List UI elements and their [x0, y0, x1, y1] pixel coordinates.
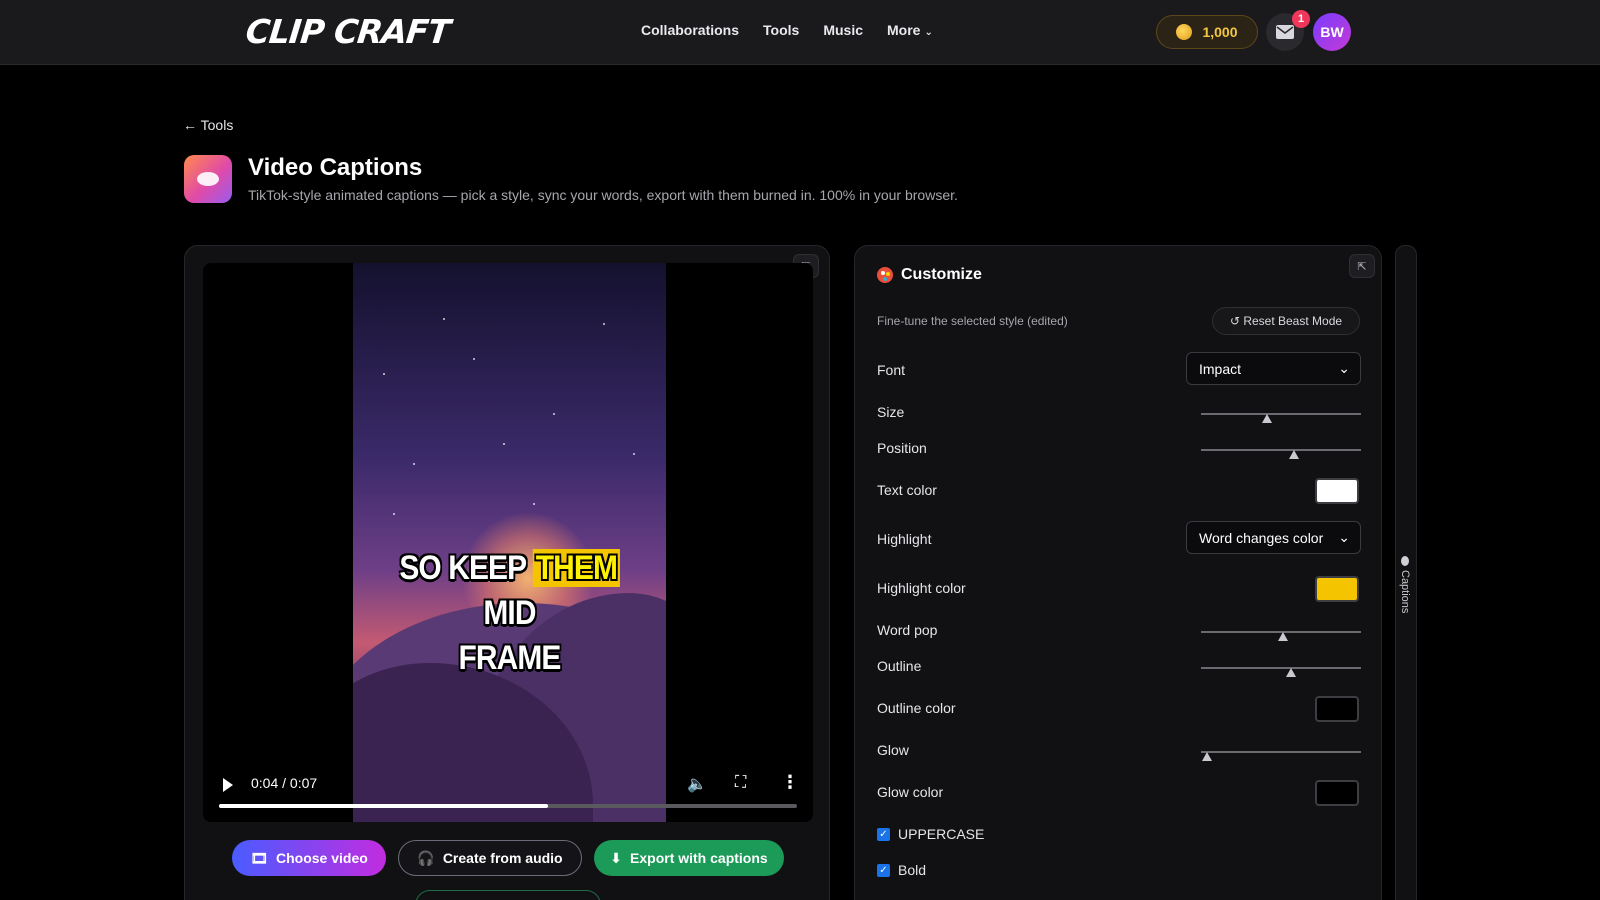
reset-style-button[interactable]: ↺ Reset Beast Mode: [1212, 307, 1360, 335]
headphones-icon: 🎧: [417, 849, 435, 866]
chevron-down-icon: ⌄: [924, 27, 933, 38]
notification-badge: 1: [1292, 10, 1310, 28]
outline-color-swatch[interactable]: [1315, 696, 1359, 722]
coin-count: 1,000: [1202, 24, 1238, 40]
page-title: Video Captions: [248, 154, 423, 181]
word-pop-slider-thumb[interactable]: [1277, 632, 1288, 641]
outline-slider[interactable]: [1201, 667, 1361, 677]
bold-label: Bold: [898, 862, 927, 878]
customize-hint: Fine-tune the selected style (edited): [877, 314, 1068, 328]
create-from-audio-label: Create from audio: [442, 850, 563, 866]
font-label: Font: [877, 362, 906, 378]
nav-more-label: More: [887, 22, 921, 38]
position-slider[interactable]: [1201, 449, 1361, 459]
word-pop-label: Word pop: [877, 622, 938, 638]
uppercase-label: UPPERCASE: [898, 826, 985, 842]
inbox-button[interactable]: 1: [1266, 10, 1310, 51]
coin-balance[interactable]: 1,000: [1156, 15, 1258, 49]
top-bar: CLIP CRAFT Collaborations Tools Music Mo…: [0, 0, 1600, 65]
more-vertical-icon[interactable]: ⋮: [781, 772, 799, 793]
font-select-value: Impact: [1199, 360, 1242, 377]
glow-label: Glow: [877, 742, 909, 758]
captions-side-tab[interactable]: Captions: [1399, 556, 1411, 613]
nav-more[interactable]: More ⌄: [887, 22, 933, 38]
seek-bar[interactable]: [219, 804, 797, 808]
glow-slider-thumb[interactable]: [1202, 752, 1213, 761]
caption-word: MID: [483, 594, 536, 632]
video-frame: [353, 263, 666, 822]
word-pop-slider[interactable]: [1201, 631, 1361, 641]
highlight-label: Highlight: [877, 531, 932, 547]
chevron-down-icon: ⌄: [1338, 360, 1350, 376]
uppercase-option[interactable]: ✓ UPPERCASE: [877, 826, 984, 842]
caption-word: KEEP: [448, 549, 526, 587]
choose-video-label: Choose video: [275, 850, 368, 866]
highlight-color-label: Highlight color: [877, 580, 966, 596]
captions-side-panel[interactable]: Captions: [1395, 245, 1417, 900]
create-from-audio-button[interactable]: 🎧 Create from audio: [398, 840, 582, 876]
speech-bubble-icon: [1401, 556, 1409, 566]
playback-time: 0:04 / 0:07: [251, 775, 318, 791]
preview-panel: ⇱ SO KEEP THEM MID FRAME 0:04 / 0:07 🔈 ⛶…: [184, 245, 830, 900]
bold-checkbox[interactable]: ✓: [877, 863, 890, 877]
caption-overlay: SO KEEP THEM MID FRAME: [372, 546, 647, 681]
position-label: Position: [877, 440, 927, 456]
caption-line-2: FRAME: [458, 639, 562, 677]
collapse-icon[interactable]: ⇱: [1349, 254, 1375, 278]
highlight-color-swatch[interactable]: [1315, 576, 1359, 602]
speech-bubble-icon: [197, 172, 219, 186]
nav-tools[interactable]: Tools: [763, 22, 799, 38]
seek-bar-fill: [219, 804, 549, 808]
position-slider-thumb[interactable]: [1288, 450, 1299, 459]
size-label: Size: [877, 404, 905, 420]
export-label: Export with captions: [630, 850, 768, 866]
nav-music[interactable]: Music: [823, 22, 863, 38]
customize-title: Customize: [901, 266, 982, 283]
uppercase-checkbox[interactable]: ✓: [877, 827, 890, 841]
caption-word-highlighted: THEM: [533, 549, 620, 587]
page-subtitle: TikTok-style animated captions — pick a …: [248, 187, 958, 203]
nav-collaborations[interactable]: Collaborations: [641, 22, 739, 38]
highlight-select-value: Word changes color: [1199, 529, 1324, 546]
glow-color-label: Glow color: [877, 784, 944, 800]
customize-panel: ⇱ Customize Fine-tune the selected style…: [854, 245, 1382, 900]
font-select[interactable]: Impact ⌄: [1186, 352, 1361, 385]
film-icon: 🎞: [250, 849, 268, 866]
coin-icon: [1176, 24, 1193, 40]
clipcraft-logo[interactable]: CLIP CRAFT: [244, 12, 452, 51]
bold-option[interactable]: ✓ Bold: [877, 862, 926, 878]
avatar[interactable]: BW: [1313, 13, 1351, 51]
glow-color-swatch[interactable]: [1315, 780, 1359, 806]
caption-word: SO: [399, 549, 441, 587]
video-controls: 0:04 / 0:07 🔈 ⛶ ⋮: [203, 762, 813, 822]
play-icon[interactable]: [223, 778, 233, 792]
outline-slider-thumb[interactable]: [1285, 668, 1296, 677]
volume-icon[interactable]: 🔈: [687, 774, 707, 794]
fullscreen-icon[interactable]: ⛶: [735, 774, 746, 792]
choose-video-button[interactable]: 🎞 Choose video: [232, 840, 386, 876]
video-captions-app-icon: [184, 155, 232, 203]
glow-slider[interactable]: [1201, 751, 1361, 761]
highlight-select[interactable]: Word changes color ⌄: [1186, 521, 1361, 554]
main-nav: Collaborations Tools Music More ⌄: [641, 22, 933, 38]
customize-heading: Customize: [877, 266, 982, 284]
download-icon: ⬇: [610, 849, 623, 866]
text-color-swatch[interactable]: [1315, 478, 1359, 504]
export-with-captions-button[interactable]: ⬇ Export with captions: [594, 840, 784, 876]
size-slider-thumb[interactable]: [1261, 414, 1272, 423]
size-slider[interactable]: [1201, 413, 1361, 423]
captions-side-label: Captions: [1399, 570, 1411, 614]
secondary-action-button[interactable]: [415, 890, 601, 900]
video-player[interactable]: SO KEEP THEM MID FRAME 0:04 / 0:07 🔈 ⛶ ⋮: [203, 263, 813, 822]
palette-icon: [877, 267, 893, 283]
text-color-label: Text color: [877, 482, 937, 498]
chevron-down-icon: ⌄: [1338, 529, 1350, 545]
back-to-tools-link[interactable]: ← Tools: [183, 117, 233, 133]
outline-label: Outline: [877, 658, 922, 674]
mail-icon: [1276, 25, 1294, 39]
outline-color-label: Outline color: [877, 700, 956, 716]
